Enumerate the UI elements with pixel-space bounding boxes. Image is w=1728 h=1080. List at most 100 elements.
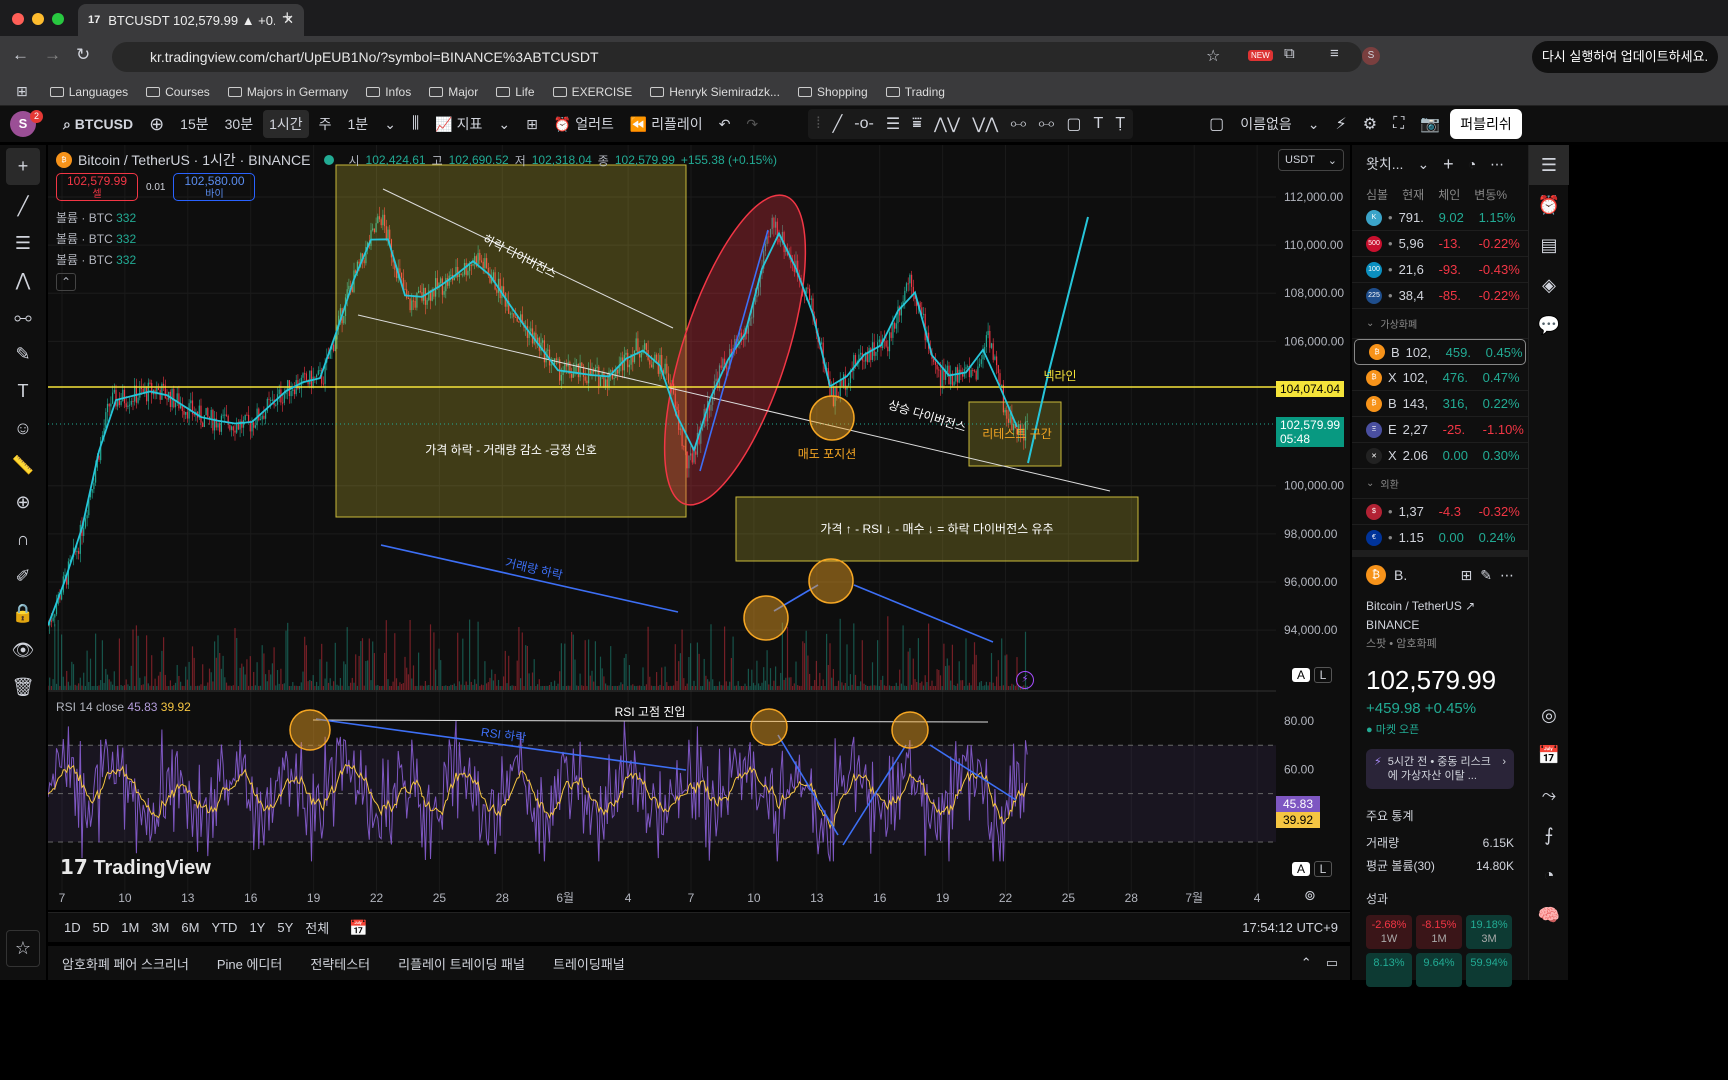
auto-scale-button[interactable]: A [1292, 668, 1310, 682]
interval-week[interactable]: 주 [313, 110, 338, 138]
sell-button[interactable]: 102,579.99 셀 [56, 173, 138, 201]
grid-icon[interactable]: ⊞ [1461, 567, 1473, 584]
buy-button[interactable]: 102,580.00 바이 [173, 173, 256, 201]
interval-15m[interactable]: 15분 [174, 110, 214, 138]
symbol-search-button[interactable]: ⌕ BTCUSD [57, 112, 139, 137]
performance-cell[interactable]: 8.13% [1366, 953, 1412, 987]
range-button[interactable]: 전체 [305, 918, 329, 937]
indicators-dropdown-icon[interactable]: ⌄ [492, 112, 516, 137]
url-input[interactable]: kr.tradingview.com/chart/UpEUB1No/?symbo… [112, 42, 1362, 72]
auto-scale-button[interactable]: A [1292, 862, 1310, 876]
chart-title[interactable]: Bitcoin / TetherUS · 1시간 · BINANCE [78, 150, 310, 170]
patterns-icon[interactable]: ⋀ [0, 262, 46, 299]
column-symbol[interactable]: 심볼 [1366, 186, 1388, 203]
object-tree-icon[interactable]: ▤ [1529, 225, 1569, 265]
snapshot-camera-icon[interactable]: 📷 [1414, 110, 1446, 138]
reload-icon[interactable]: ↻ [76, 45, 90, 65]
bookmark-item[interactable]: Languages [49, 85, 128, 99]
range-button[interactable]: 1Y [249, 920, 265, 935]
watchlist-row[interactable]: 500 • 5,96 -13. -0.22% [1352, 231, 1528, 257]
indicators-button[interactable]: 📈 지표 [429, 110, 488, 138]
redo-icon[interactable]: ↷ [740, 112, 764, 137]
goto-date-calendar-icon[interactable]: 📅 [349, 919, 368, 937]
log-scale-button[interactable]: L [1314, 667, 1332, 683]
range-button[interactable]: 1D [64, 920, 81, 935]
range-button[interactable]: 1M [121, 920, 139, 935]
watchlist-row[interactable]: $ • 1,37 -4.3 -0.32% [1352, 499, 1528, 525]
annotation-box-falling-volume[interactable] [335, 164, 687, 518]
chat-icon[interactable]: 💬 [1529, 305, 1569, 345]
watchlist-row[interactable]: Ξ E 2,27 -25. -1.10% [1352, 417, 1528, 443]
interval-30m[interactable]: 30분 [219, 110, 259, 138]
performance-cell[interactable]: 59.94% [1466, 953, 1512, 987]
bookmark-item[interactable]: EXERCISE [552, 85, 632, 99]
trend-line-tool-icon[interactable]: ╱ [833, 114, 843, 134]
short-position-tool-icon[interactable]: ⧟ [1038, 115, 1054, 133]
bookmark-item[interactable]: Infos [366, 85, 411, 99]
fib-retracement-icon[interactable]: ☰ [0, 225, 46, 262]
currency-select[interactable]: USDT ⌄ [1278, 149, 1344, 171]
layout-icon[interactable]: ▢ [1203, 110, 1230, 138]
range-button[interactable]: 5Y [277, 920, 293, 935]
watchlist-row[interactable]: € • 1.15 0.00 0.24% [1352, 525, 1528, 551]
trend-line-icon[interactable]: ╱ [0, 188, 46, 225]
text-tool-icon[interactable]: T [1094, 115, 1104, 133]
rectangle-tool-icon[interactable]: ▢ [1066, 114, 1081, 134]
bookmark-item[interactable]: Life [496, 85, 535, 99]
fib-tool-icon[interactable]: ⩸ [912, 115, 922, 133]
collapse-legend-icon[interactable]: ⌃ [56, 273, 76, 291]
layers-icon[interactable]: ◈ [1529, 265, 1569, 305]
watchlist-row[interactable]: ₿ B 102, 459. 0.45% [1354, 339, 1526, 365]
publish-button[interactable]: 퍼블리쉬 [1450, 109, 1522, 139]
layout-name-button[interactable]: 이름없음 [1234, 110, 1298, 138]
magnet-icon[interactable]: ∩ [0, 521, 46, 558]
emoji-icon[interactable]: ☺ [0, 410, 46, 447]
more-icon[interactable]: ⋯ [1500, 567, 1514, 584]
watchlist-section[interactable]: ⌄ 외환 [1352, 469, 1528, 499]
drag-handle-icon[interactable]: ⁞ [816, 115, 820, 133]
bottom-tab[interactable]: Pine 에디터 [217, 954, 283, 973]
alerts-clock-icon[interactable]: ⏰ [1529, 185, 1569, 225]
crosshair-tool-icon[interactable]: + [6, 148, 40, 185]
help-brain-icon[interactable]: 🧠 [1529, 895, 1569, 935]
trash-icon[interactable]: 🗑 [0, 669, 46, 706]
broadcast-icon[interactable]: ◔ [1529, 855, 1569, 895]
forward-icon[interactable]: → [44, 45, 61, 65]
quick-search-icon[interactable]: ⚡ [1330, 110, 1353, 138]
lock-icon[interactable]: 🔒 [0, 595, 46, 632]
bottom-tab[interactable]: 트레이딩패널 [553, 954, 625, 973]
watchlist-section[interactable]: ⌄ 가상화폐 [1352, 309, 1528, 339]
collapse-panel-icon[interactable]: ⌃ [1301, 955, 1312, 971]
watchlist-row[interactable]: 100 • 21,6 -93. -0.43% [1352, 257, 1528, 283]
new-badge[interactable]: NEW [1248, 50, 1273, 61]
ideas-icon[interactable]: ⤳ [1529, 775, 1569, 815]
apps-grid-icon[interactable]: ⊞ [16, 83, 28, 100]
maximize-panel-icon[interactable]: ▭ [1326, 955, 1338, 971]
watchlist-row[interactable]: ✕ X 2.06 0.00 0.30% [1352, 443, 1528, 469]
undo-icon[interactable]: ↶ [713, 112, 737, 137]
interval-dropdown-icon[interactable]: ⌄ [378, 112, 402, 137]
target-icon[interactable]: ◎ [1529, 695, 1569, 735]
bookmark-item[interactable]: Trading [885, 85, 945, 99]
update-button[interactable]: 다시 실행하여 업데이트하세요. [1532, 41, 1718, 73]
column-last[interactable]: 현재 [1402, 186, 1424, 203]
maximize-window-button[interactable] [52, 13, 64, 25]
options-chart-icon[interactable]: ⨍ [1529, 815, 1569, 855]
calendar-icon[interactable]: 📅 [1529, 735, 1569, 775]
brush-icon[interactable]: ✎ [0, 336, 46, 373]
volume-legend-row[interactable]: 볼륨 · BTC 332 [56, 250, 136, 271]
details-symbol[interactable]: B. [1394, 567, 1407, 583]
watchlist-menu-chevron-icon[interactable]: ⌄ [1417, 156, 1429, 173]
edit-icon[interactable]: ✎ [1480, 567, 1492, 584]
performance-cell[interactable]: 9.64% [1416, 953, 1462, 987]
forecast-icon[interactable]: ⧟ [0, 299, 46, 336]
watchlist-row[interactable]: 225 • 38,4 -85. -0.22% [1352, 283, 1528, 309]
pattern-ac-tool-icon[interactable]: ⋁⋀ [972, 114, 998, 134]
watchlist-row[interactable]: ₿ X 102, 476. 0.47% [1352, 365, 1528, 391]
advanced-view-icon[interactable]: ◔ [1468, 156, 1476, 172]
log-scale-button[interactable]: L [1314, 861, 1332, 877]
layout-dropdown-icon[interactable]: ⌄ [1302, 112, 1326, 137]
add-symbol-icon[interactable]: + [1443, 154, 1454, 175]
watchlist-row[interactable]: K • 791. 9.02 1.15% [1352, 205, 1528, 231]
templates-grid-icon[interactable]: ⊞ [520, 112, 544, 137]
